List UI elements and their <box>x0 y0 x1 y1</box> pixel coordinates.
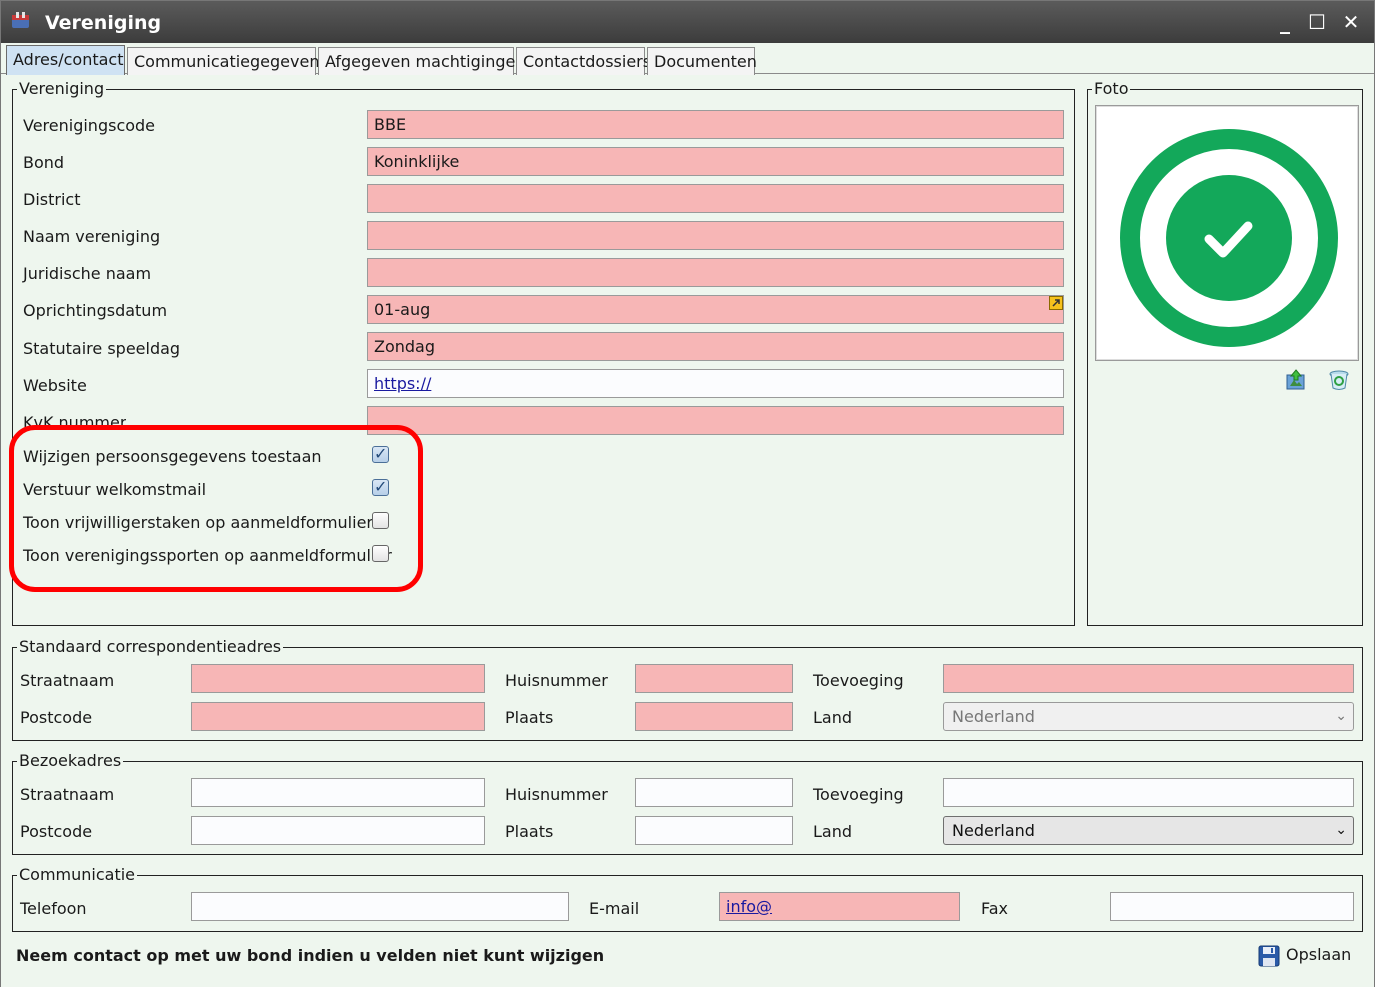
label-plaats: Plaats <box>505 708 554 727</box>
label-fax: Fax <box>981 899 1009 918</box>
upload-photo-icon[interactable] <box>1285 369 1307 391</box>
corr-plaats-field[interactable] <box>635 702 793 731</box>
district-field[interactable] <box>367 184 1064 213</box>
label-toevoeging: Toevoeging <box>813 671 904 690</box>
bezoek-toevoeging-field[interactable] <box>943 778 1354 807</box>
window-title: Vereniging <box>45 12 162 34</box>
oprichtingsdatum-field[interactable]: 01-aug <box>367 295 1064 324</box>
label-kvk-nummer: KvK nummer <box>23 413 127 427</box>
label-verenigingscode: Verenigingscode <box>23 116 156 135</box>
maximize-button[interactable]: ☐ <box>1300 7 1334 37</box>
vereniging-legend: Vereniging <box>17 79 107 99</box>
bezoek-plaats-field[interactable] <box>635 816 793 845</box>
corr-postcode-field[interactable] <box>191 702 485 731</box>
label-toon-verenigingssporten: Toon verenigingssporten op aanmeldformul… <box>23 546 392 565</box>
label-straatnaam: Straatnaam <box>20 671 115 690</box>
checkmark-circle-image <box>1120 129 1338 347</box>
label-oprichtingsdatum: Oprichtingsdatum <box>23 301 168 320</box>
naam-vereniging-field[interactable] <box>367 221 1064 250</box>
tab-documenten[interactable]: Documenten <box>647 47 757 75</box>
label-naam-vereniging: Naam vereniging <box>23 227 161 246</box>
label-land: Land <box>813 708 853 727</box>
toon-vrijwilligerstaken-checkbox[interactable] <box>372 512 389 529</box>
tab-adres-contact[interactable]: Adres/contact <box>6 45 125 75</box>
label-verstuur-welkomstmail: Verstuur welkomstmail <box>23 480 207 499</box>
tab-contactdossiers[interactable]: Contactdossiers <box>516 47 651 75</box>
floppy-disk-icon <box>1258 945 1280 966</box>
juridische-naam-field[interactable] <box>367 258 1064 287</box>
minimize-button[interactable]: _ <box>1268 7 1302 37</box>
fax-field[interactable] <box>1110 892 1354 921</box>
kvk-nummer-field[interactable] <box>367 406 1064 435</box>
bezoek-huisnummer-field[interactable] <box>635 778 793 807</box>
label-juridische-naam: Juridische naam <box>23 264 152 283</box>
toon-verenigingssporten-checkbox[interactable] <box>372 545 389 562</box>
wijzigen-persoonsgegevens-checkbox[interactable]: ✓ <box>372 444 389 463</box>
vereniging-window: Vereniging _ ☐ ✕ Adres/contact Communica… <box>0 0 1375 987</box>
chevron-down-icon: ⌄ <box>1335 822 1347 838</box>
verstuur-welkomstmail-checkbox[interactable]: ✓ <box>372 477 389 496</box>
save-button[interactable]: Opslaan <box>1258 942 1351 968</box>
title-bar[interactable]: Vereniging _ ☐ ✕ <box>1 1 1374 43</box>
footer-message: Neem contact op met uw bond indien u vel… <box>16 946 605 965</box>
label-wijzigen-persoonsgegevens: Wijzigen persoonsgegevens toestaan <box>23 447 322 466</box>
website-field[interactable]: https:// <box>367 369 1064 398</box>
photo-frame[interactable] <box>1095 105 1359 361</box>
date-picker-icon[interactable] <box>1049 296 1063 310</box>
bezoek-postcode-field[interactable] <box>191 816 485 845</box>
label-bond: Bond <box>23 153 65 172</box>
foto-legend: Foto <box>1092 79 1131 99</box>
label-huisnummer: Huisnummer <box>505 671 608 690</box>
corr-straatnaam-field[interactable] <box>191 664 485 693</box>
label-toon-vrijwilligerstaken: Toon vrijwilligerstaken op aanmeldformul… <box>23 513 373 532</box>
close-button[interactable]: ✕ <box>1334 7 1368 37</box>
label-statutaire-speeldag: Statutaire speeldag <box>23 339 181 358</box>
correspondentieadres-legend: Standaard correspondentieadres <box>17 637 284 657</box>
corr-toevoeging-field[interactable] <box>943 664 1354 693</box>
bezoekadres-legend: Bezoekadres <box>17 751 124 771</box>
label-telefoon: Telefoon <box>20 899 87 918</box>
tab-afgegeven-machtigingen[interactable]: Afgegeven machtigingen <box>318 47 525 75</box>
bezoek-straatnaam-field[interactable] <box>191 778 485 807</box>
checkmark-icon: ✓ <box>374 477 388 496</box>
email-field[interactable]: info@ <box>719 892 960 921</box>
corr-land-value: Nederland <box>952 707 1035 726</box>
label-straatnaam: Straatnaam <box>20 785 115 804</box>
communicatie-legend: Communicatie <box>17 865 138 885</box>
label-email: E-mail <box>589 899 640 918</box>
save-label: Opslaan <box>1286 945 1352 964</box>
telefoon-field[interactable] <box>191 892 569 921</box>
bezoek-land-select[interactable]: Nederland ⌄ <box>943 816 1354 845</box>
label-district: District <box>23 190 81 209</box>
label-plaats: Plaats <box>505 822 554 841</box>
chevron-down-icon: ⌄ <box>1335 708 1347 724</box>
corr-land-select[interactable]: Nederland ⌄ <box>943 702 1354 731</box>
statutaire-speeldag-field[interactable]: Zondag <box>367 332 1064 361</box>
label-land: Land <box>813 822 853 841</box>
label-huisnummer: Huisnummer <box>505 785 608 804</box>
label-website: Website <box>23 376 87 395</box>
checkmark-icon: ✓ <box>374 444 388 463</box>
label-toevoeging: Toevoeging <box>813 785 904 804</box>
bezoek-land-value: Nederland <box>952 821 1035 840</box>
verenigingscode-field[interactable]: BBE <box>367 110 1064 139</box>
recycle-bin-icon[interactable] <box>1328 369 1350 391</box>
bond-field[interactable]: Koninklijke <box>367 147 1064 176</box>
label-postcode: Postcode <box>20 822 93 841</box>
tab-communicatiegegevens[interactable]: Communicatiegegevens <box>127 47 328 75</box>
app-icon <box>12 12 29 28</box>
corr-huisnummer-field[interactable] <box>635 664 793 693</box>
label-postcode: Postcode <box>20 708 93 727</box>
